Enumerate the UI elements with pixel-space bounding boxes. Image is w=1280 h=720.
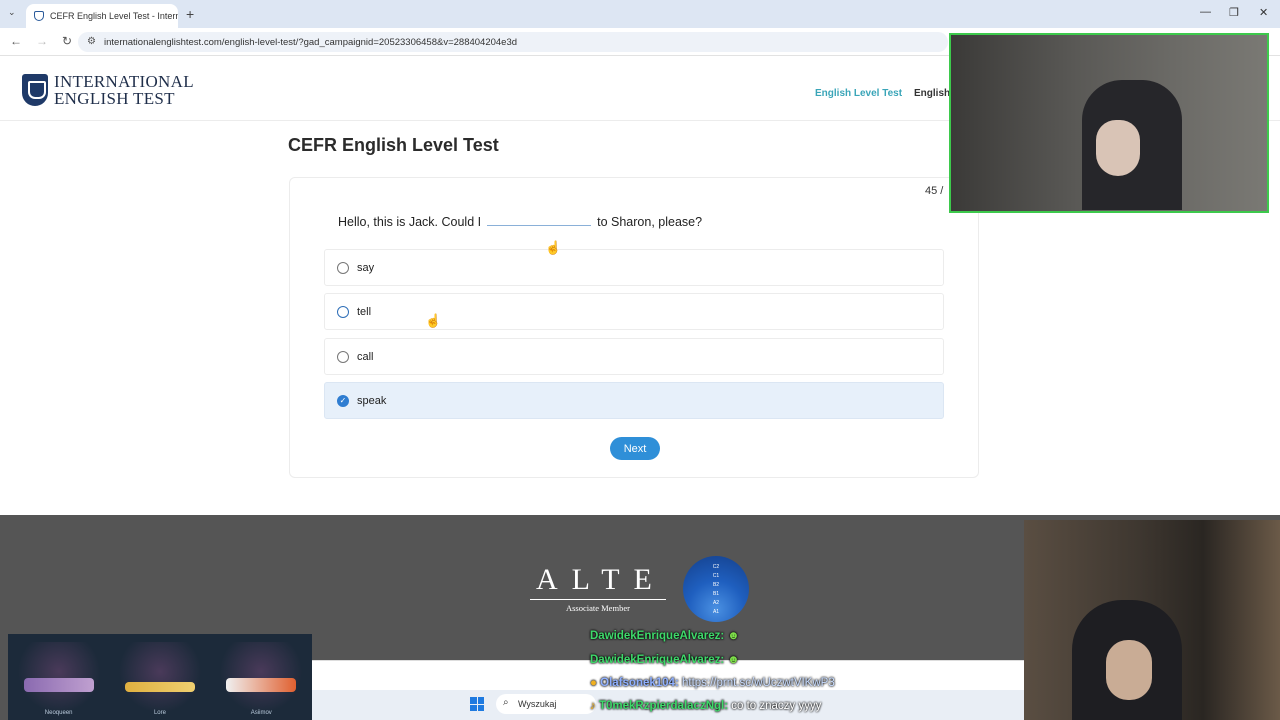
skin-name: Neoqueen	[44, 710, 73, 716]
site-favicon-icon	[34, 11, 44, 21]
url-field[interactable]: ⚙ internationalenglishtest.com/english-l…	[78, 32, 948, 52]
webcam-face	[1096, 120, 1140, 176]
taskbar-search-label: Wyszukaj	[518, 699, 557, 709]
next-button[interactable]: Next	[610, 437, 660, 460]
question-before: Hello, this is Jack. Could I	[338, 215, 482, 229]
alte-subtitle: Associate Member	[565, 603, 630, 613]
chat-badge-icon: ♪	[590, 700, 596, 712]
close-window-button[interactable]: ✕	[1259, 6, 1268, 19]
chat-username: T0mekRzpierdalaczNgl:	[598, 700, 729, 712]
option-label: speak	[357, 394, 387, 407]
shield-logo-icon	[22, 74, 48, 106]
chat-text: https://prnt.sc/wUczwtVIKwP3	[681, 677, 835, 689]
chat-message: DawidekEnriqueAlvarez: ☻	[590, 654, 740, 666]
restore-button[interactable]: ❐	[1229, 6, 1239, 19]
radio-checked-icon[interactable]: ✓	[337, 394, 349, 407]
skins-overlay: Neoqueen Lore Asiimov	[8, 634, 312, 720]
radio-unchecked-icon[interactable]	[337, 305, 349, 318]
cefr-level: A2	[712, 599, 720, 606]
reload-icon[interactable]: ↻	[62, 34, 72, 48]
option-label: call	[357, 350, 374, 363]
nav-english-level-test[interactable]: English Level Test	[815, 88, 902, 99]
hand-cursor-icon: ☝	[545, 240, 562, 255]
skin-name: Asiimov	[250, 710, 272, 716]
answer-blank	[487, 215, 592, 226]
taskbar-search[interactable]: ⌕ Wyszukaj	[496, 694, 596, 714]
chat-username: Olafsonek104:	[600, 677, 679, 689]
chat-message: DawidekEnriqueAlvarez: ☻	[590, 630, 740, 642]
logo-line-1: INTERNATIONAL	[54, 72, 194, 91]
radio-unchecked-icon[interactable]	[337, 261, 349, 274]
knife-skin-icon	[124, 682, 195, 692]
page-title: CEFR English Level Test	[288, 135, 499, 155]
windows-start-icon[interactable]	[470, 697, 484, 711]
chat-message: ● Olafsonek104: https://prnt.sc/wUczwtVI…	[590, 677, 835, 689]
cefr-level: C2	[712, 563, 720, 570]
cefr-level: A1	[712, 608, 720, 615]
navigation-buttons: ← → ↻	[10, 34, 72, 48]
cefr-levels-badge: C2 C1 B2 B1 A2 A1	[683, 556, 749, 622]
cefr-level: B1	[712, 590, 720, 597]
skin-name: Lore	[153, 710, 166, 716]
site-logo[interactable]: INTERNATIONAL ENGLISH TEST	[22, 73, 194, 107]
option-call[interactable]: call	[324, 338, 944, 375]
cefr-level: B2	[712, 581, 720, 588]
skin-card: Lore	[114, 642, 205, 716]
alte-logo: ALTE Associate Member	[530, 563, 666, 613]
option-label: tell	[357, 305, 372, 318]
webcam-face	[1106, 640, 1152, 700]
option-tell[interactable]: tell	[324, 293, 944, 330]
forward-arrow-icon[interactable]: →	[36, 34, 48, 48]
option-say[interactable]: say	[324, 249, 944, 286]
question-counter: 45 /	[925, 185, 944, 197]
skin-card: Asiimov	[216, 642, 307, 716]
site-info-icon[interactable]: ⚙	[87, 36, 96, 47]
hand-cursor-icon: ☝	[425, 313, 442, 328]
chat-message: ♪ T0mekRzpierdalaczNgl: co to znaczy yyy…	[590, 700, 821, 712]
back-arrow-icon[interactable]: ←	[10, 34, 22, 48]
gun-skin-icon	[226, 678, 297, 692]
new-tab-button[interactable]: +	[186, 6, 194, 22]
skin-card: Neoqueen	[13, 642, 104, 716]
chat-username: DawidekEnriqueAlvarez:	[590, 654, 725, 666]
chat-text: co to znaczy yyyy	[731, 700, 822, 712]
url-text: internationalenglishtest.com/english-lev…	[104, 36, 518, 48]
logo-line-2: ENGLISH TEST	[54, 89, 175, 108]
search-icon: ⌕	[503, 697, 509, 708]
option-label: say	[357, 261, 375, 274]
chat-emote-icon: ☻	[727, 654, 740, 666]
radio-unchecked-icon[interactable]	[337, 350, 349, 363]
question-text: Hello, this is Jack. Could I to Sharon, …	[338, 215, 702, 229]
tab-search-chevron-icon[interactable]: ⌄	[8, 7, 16, 18]
tab-title: CEFR English Level Test - Interna	[50, 11, 178, 21]
nav-english[interactable]: English	[914, 88, 950, 99]
chat-emote-icon: ☻	[727, 630, 740, 642]
browser-tab[interactable]: CEFR English Level Test - Interna ✕	[26, 4, 178, 28]
option-speak[interactable]: ✓ speak	[324, 382, 944, 419]
chat-username: DawidekEnriqueAlvarez:	[590, 630, 725, 642]
minimize-button[interactable]: —	[1200, 6, 1211, 18]
chat-badge-icon: ●	[590, 677, 597, 689]
alte-letters: ALTE	[530, 563, 666, 600]
gun-skin-icon	[23, 678, 94, 692]
cefr-level: C1	[712, 572, 720, 579]
question-after: to Sharon, please?	[597, 215, 703, 229]
